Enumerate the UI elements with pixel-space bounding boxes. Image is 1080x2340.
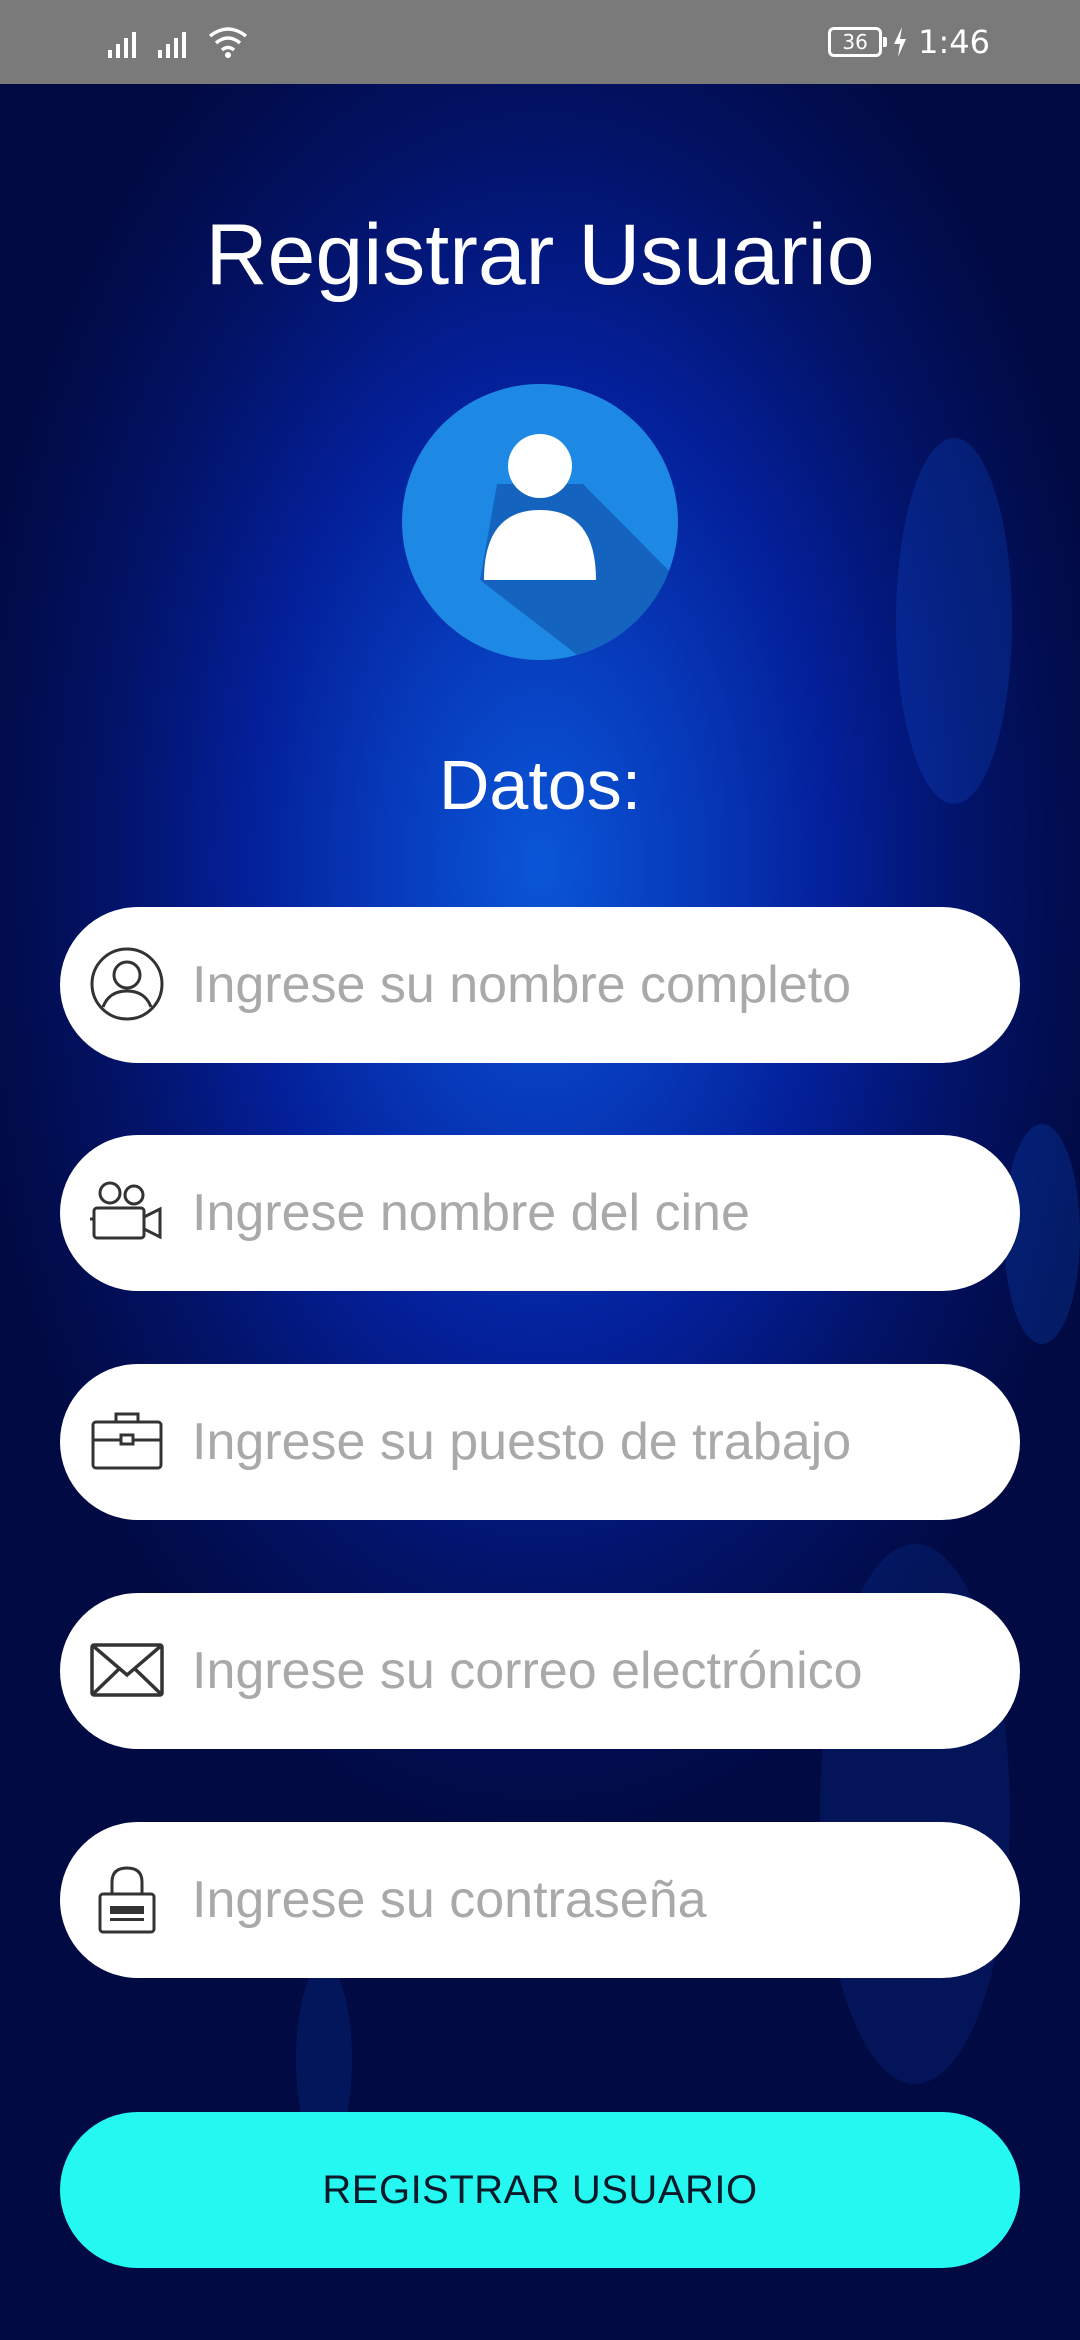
job-title-input[interactable] bbox=[192, 1394, 992, 1490]
password-input[interactable] bbox=[192, 1852, 992, 1948]
register-user-button[interactable]: REGISTRAR USUARIO bbox=[60, 2112, 1020, 2268]
movie-camera-icon bbox=[90, 1181, 162, 1240]
clock: 1:46 bbox=[918, 23, 990, 61]
battery-level: 36 bbox=[842, 30, 868, 54]
cinema-name-field[interactable] bbox=[60, 1135, 1020, 1291]
section-label: Datos: bbox=[438, 746, 642, 824]
user-circle-icon bbox=[90, 947, 164, 1021]
cinema-name-input[interactable] bbox=[192, 1165, 992, 1261]
padlock-icon bbox=[98, 1866, 156, 1934]
battery-icon: 36 bbox=[828, 27, 888, 57]
full-name-field[interactable] bbox=[60, 907, 1020, 1063]
job-title-field[interactable] bbox=[60, 1364, 1020, 1520]
envelope-icon bbox=[90, 1643, 164, 1697]
briefcase-icon bbox=[91, 1412, 163, 1470]
status-bar: 36 1:46 bbox=[0, 0, 1080, 84]
email-input[interactable] bbox=[192, 1623, 992, 1719]
password-field[interactable] bbox=[60, 1822, 1020, 1978]
user-silhouette-icon bbox=[480, 434, 678, 660]
status-icons-right: 36 1:46 bbox=[828, 18, 990, 66]
full-name-input[interactable] bbox=[192, 937, 992, 1033]
page-title: Registrar Usuario bbox=[205, 207, 875, 303]
charging-bolt-icon bbox=[894, 27, 907, 57]
status-icons-left bbox=[108, 26, 248, 58]
user-avatar bbox=[402, 384, 678, 660]
wifi-icon bbox=[208, 27, 248, 58]
signal-icon bbox=[108, 32, 136, 58]
email-field[interactable] bbox=[60, 1593, 1020, 1749]
signal-icon bbox=[158, 32, 186, 58]
